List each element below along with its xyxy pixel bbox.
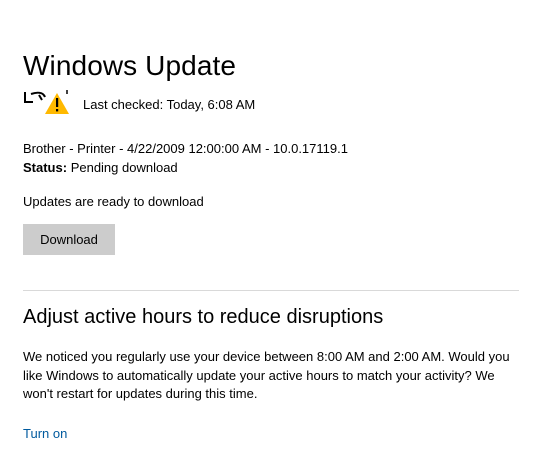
page-title: Windows Update: [23, 50, 237, 81]
active-hours-description: We noticed you regularly use your device…: [23, 349, 510, 401]
update-status-line: Status: Pending download: [23, 158, 178, 177]
update-warning-icon: [23, 86, 73, 116]
update-status-row: Last checked: Today, 6:08 AM: [23, 86, 323, 116]
turn-on-link[interactable]: Turn on: [23, 425, 67, 443]
update-item-name: Brother - Printer - 4/22/2009 12:00:00 A…: [23, 141, 348, 156]
status-value: Pending download: [70, 160, 178, 175]
download-button[interactable]: Download: [23, 224, 115, 255]
section-divider: [23, 290, 519, 291]
status-label: Status:: [23, 160, 68, 175]
last-checked-text: Last checked: Today, 6:08 AM: [83, 97, 256, 112]
active-hours-heading: Adjust active hours to reduce disruption…: [23, 306, 384, 328]
updates-ready-text: Updates are ready to download: [23, 194, 204, 209]
